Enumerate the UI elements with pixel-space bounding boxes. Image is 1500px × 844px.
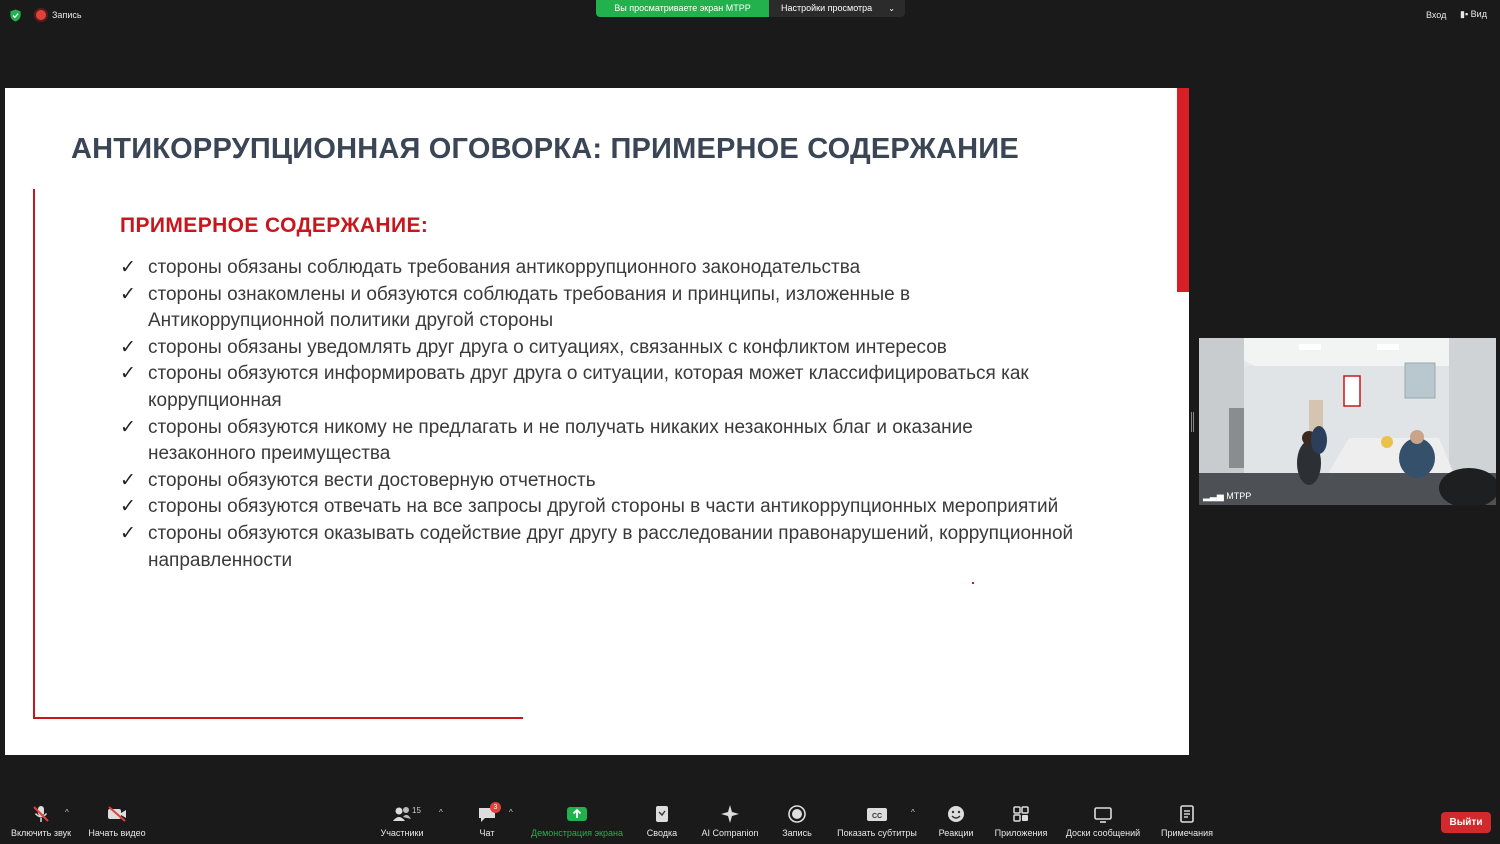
share-banner: Вы просматриваете экран МТРР <box>596 0 769 17</box>
captions-caret[interactable]: ^ <box>911 808 915 817</box>
emoji-icon <box>948 806 964 822</box>
recording-icon[interactable] <box>36 10 46 20</box>
start-video-label: Начать видео <box>88 828 146 838</box>
leave-button[interactable]: Выйти <box>1441 812 1491 833</box>
slide-subtitle: ПРИМЕРНОЕ СОДЕРЖАНИЕ: <box>120 214 429 237</box>
participants-count: 15 <box>412 806 421 815</box>
summary-button[interactable]: Сводка <box>644 798 680 838</box>
notes-label: Примечания <box>1161 828 1213 838</box>
list-item: ✓ стороны ознакомлены и обязуются соблюда… <box>120 282 1080 335</box>
muted-mic-icon <box>33 806 49 822</box>
participant-name-label: МТРР <box>1226 491 1252 501</box>
view-settings-label: Настройки просмотра <box>781 3 873 13</box>
check-icon: ✓ <box>120 283 136 305</box>
list-item-text: стороны ознакомлены и обязуются соблюдат… <box>148 283 911 332</box>
list-item-text: стороны обязаны уведомлять друг друга о … <box>148 336 947 358</box>
slide-left-rule <box>33 189 35 719</box>
check-icon: ✓ <box>120 469 136 491</box>
whiteboards-button[interactable]: Доски сообщений <box>1061 798 1145 838</box>
slide-bottom-rule <box>33 717 523 719</box>
notes-icon <box>1180 805 1194 823</box>
captions-button[interactable]: CC Показать субтитры <box>833 798 921 838</box>
shared-slide: АНТИКОРРУПЦИОННАЯ ОГОВОРКА: ПРИМЕРНОЕ СО… <box>5 88 1189 755</box>
meeting-room-image <box>1199 338 1496 505</box>
audio-options-caret[interactable]: ^ <box>65 808 69 817</box>
chat-caret[interactable]: ^ <box>509 808 513 817</box>
chat-icon-wrap: 3 <box>476 802 501 824</box>
slide-accent-bar <box>1177 88 1189 292</box>
chevron-down-icon: ⌄ <box>888 4 895 13</box>
sparkle-icon <box>721 805 739 823</box>
share-screen-icon <box>567 807 587 821</box>
check-icon: ✓ <box>120 257 136 278</box>
check-icon: ✓ <box>120 363 136 385</box>
list-item: ✓ стороны обязуются никому не предлагать … <box>120 415 1080 468</box>
signal-icon: ▂▃▅ <box>1203 491 1224 501</box>
participant-name: ▂▃▅ МТРР <box>1203 491 1251 502</box>
grid-icon: ▮▪ <box>1460 9 1469 19</box>
record-label: Запись <box>782 828 812 838</box>
start-video-button[interactable]: Начать видео <box>86 798 148 838</box>
list-item: ✓ стороны обязуются информировать друг др… <box>120 361 1080 414</box>
slide-title: АНТИКОРРУПЦИОННАЯ ОГОВОРКА: ПРИМЕРНОЕ СО… <box>71 133 1019 165</box>
unmute-button[interactable]: Включить звук <box>6 798 76 838</box>
share-screen-button[interactable]: Демонстрация экрана <box>527 798 627 838</box>
reactions-button[interactable]: Реакции <box>935 798 977 838</box>
reactions-label: Реакции <box>938 828 974 838</box>
shield-icon[interactable] <box>9 9 22 22</box>
list-item: ✓ стороны обязаны уведомлять друг друга о… <box>120 335 1080 362</box>
participants-caret[interactable]: ^ <box>439 808 443 817</box>
list-item-text: стороны обязуются оказывать содействие д… <box>148 522 1074 571</box>
video-off-icon <box>108 806 126 822</box>
participants-icon-wrap: 15 <box>382 804 422 824</box>
view-settings-button[interactable]: Настройки просмотра ⌄ <box>769 0 905 17</box>
apps-button[interactable]: Приложения <box>991 798 1051 838</box>
apps-label: Приложения <box>994 828 1048 838</box>
participants-label: Участники <box>380 828 424 838</box>
participants-icon <box>393 807 411 821</box>
check-icon: ✓ <box>120 336 136 358</box>
whiteboards-label: Доски сообщений <box>1065 828 1141 838</box>
resize-handle[interactable] <box>1191 412 1194 432</box>
captions-icon: CC <box>867 808 887 821</box>
chat-button[interactable]: 3 Чат <box>470 798 504 838</box>
meeting-toolbar: Включить звук ^ Начать видео 15 Участник… <box>0 798 1500 844</box>
chat-label: Чат <box>479 828 495 838</box>
list-item-text: стороны обязуются информировать друг дру… <box>148 363 1029 411</box>
top-bar: Запись Вы просматриваете экран МТРР Наст… <box>0 0 1500 30</box>
check-icon: ✓ <box>120 496 136 518</box>
apps-icon <box>1013 806 1029 822</box>
whiteboard-icon <box>1094 807 1112 823</box>
record-icon <box>788 805 806 823</box>
summary-label: Сводка <box>646 828 678 838</box>
ai-companion-label: AI Companion <box>701 828 759 838</box>
list-item: ✓ стороны обязуются отвечать на все запро… <box>120 494 1080 521</box>
list-item-text: стороны обязуются вести достоверную отче… <box>148 469 596 491</box>
view-label: Вид <box>1470 9 1487 19</box>
record-button[interactable]: Запись <box>778 798 816 838</box>
list-item: ✓ стороны обязуются оказывать содействие … <box>120 521 1080 574</box>
svg-text:CC: CC <box>872 813 882 820</box>
recording-label[interactable]: Запись <box>52 10 82 20</box>
list-item-text: стороны обязуются никому не предлагать и… <box>148 416 973 465</box>
list-item: ✓ стороны обязаны соблюдать требования ан… <box>120 255 1080 282</box>
slide-dot <box>972 582 974 584</box>
chat-badge: 3 <box>490 802 501 813</box>
ai-companion-button[interactable]: AI Companion <box>697 798 763 838</box>
captions-label: Показать субтитры <box>837 828 917 838</box>
check-icon: ✓ <box>120 416 136 438</box>
unmute-label: Включить звук <box>10 828 72 838</box>
enter-button[interactable]: Вход <box>1426 10 1446 20</box>
participants-button[interactable]: 15 Участники <box>374 798 430 838</box>
share-screen-label: Демонстрация экрана <box>531 828 623 838</box>
summary-icon <box>656 806 668 822</box>
list-item: ✓ стороны обязуются вести достоверную отч… <box>120 468 1080 495</box>
clause-list: ✓ стороны обязаны соблюдать требования ан… <box>120 255 1080 574</box>
notes-button[interactable]: Примечания <box>1157 798 1217 838</box>
check-icon: ✓ <box>120 522 136 544</box>
list-item-text: стороны обязуются отвечать на все запрос… <box>148 496 1059 518</box>
list-item-text: стороны обязаны соблюдать требования ант… <box>148 257 861 278</box>
view-button[interactable]: ▮▪ Вид <box>1460 9 1487 20</box>
participant-video[interactable]: ▂▃▅ МТРР <box>1199 338 1496 505</box>
